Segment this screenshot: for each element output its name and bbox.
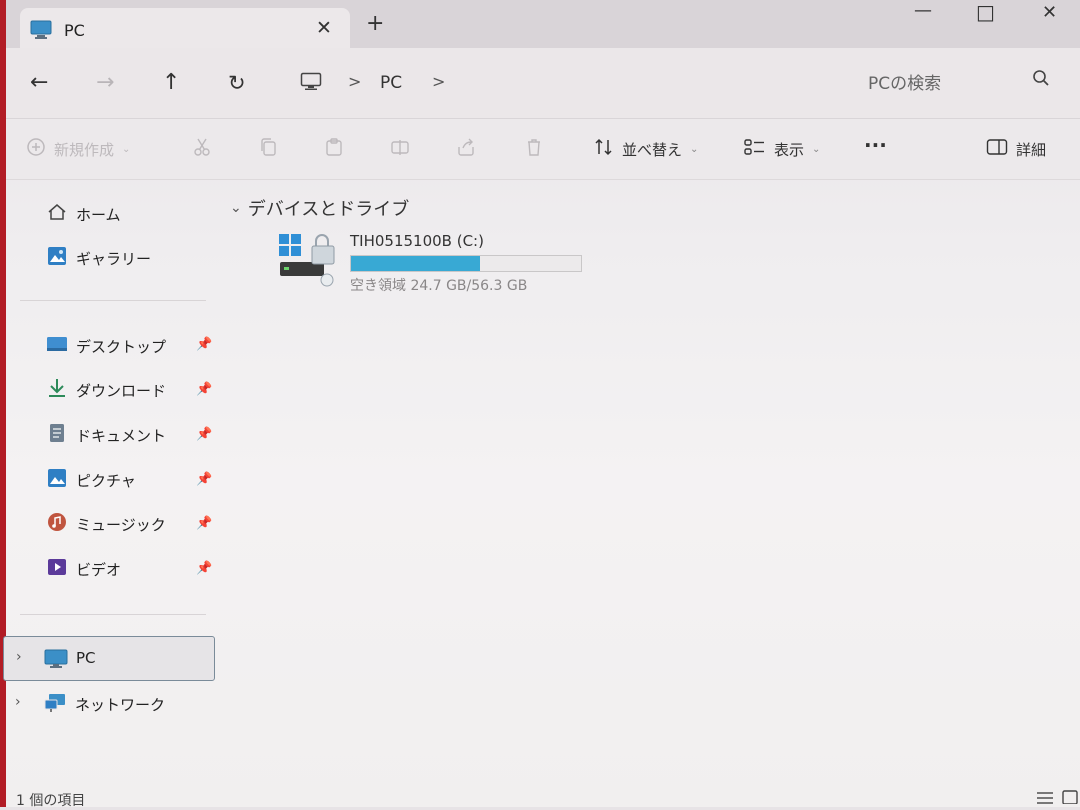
sidebar-item-label: ダウンロード [76, 381, 167, 400]
pin-icon: 📌 [196, 337, 213, 352]
desktop-icon [46, 334, 68, 358]
close-window-button[interactable]: ✕ [1042, 2, 1057, 32]
sidebar-item-label: ドキュメント [76, 426, 167, 445]
details-button[interactable]: 詳細 [986, 137, 1046, 161]
sidebar-item-desktop[interactable]: デスクトップ [46, 331, 166, 361]
command-bar: 新規作成 ⌄ 並べ替え ⌄ 表示 ⌄ ··· 詳細 [6, 118, 1080, 180]
refresh-button[interactable]: ↻ [228, 72, 246, 94]
view-label: 表示 [774, 140, 805, 159]
video-icon [46, 556, 68, 582]
storage-bar-fill [351, 256, 480, 271]
storage-bar [350, 255, 582, 272]
plus-circle-icon [26, 137, 46, 161]
chevron-down-icon: ⌄ [230, 200, 242, 216]
chevron-down-icon: ⌄ [690, 143, 699, 155]
gallery-icon [46, 245, 68, 271]
title-bar: PC ✕ + — □ ✕ [6, 0, 1080, 48]
details-pane-icon [986, 137, 1008, 161]
share-icon[interactable] [456, 137, 476, 157]
breadcrumb-separator[interactable]: > [432, 72, 445, 91]
document-icon [46, 422, 68, 448]
search-icon [1032, 69, 1050, 91]
group-title: デバイスとドライブ [247, 199, 410, 220]
chevron-down-icon: ⌄ [122, 143, 131, 155]
sort-icon [594, 137, 614, 161]
sidebar-item-home[interactable]: ホーム [46, 199, 121, 229]
sidebar-item-label: ホーム [76, 205, 121, 224]
pin-icon: 📌 [196, 427, 213, 442]
sidebar-item-label: PC [76, 649, 96, 667]
chevron-down-icon: ⌄ [812, 143, 821, 155]
new-button[interactable]: 新規作成 ⌄ [26, 137, 130, 161]
download-icon [46, 377, 68, 403]
delete-icon[interactable] [524, 137, 544, 157]
tab-pc[interactable]: PC ✕ [20, 8, 350, 48]
pin-icon: 📌 [196, 561, 213, 576]
tiles-view-icon[interactable] [1062, 789, 1078, 808]
back-button[interactable]: ← [30, 72, 48, 94]
more-options-button[interactable]: ··· [864, 133, 887, 157]
new-tab-button[interactable]: + [366, 13, 384, 35]
sidebar-item-videos[interactable]: ビデオ [46, 554, 121, 584]
drive-icon [278, 232, 340, 292]
search-placeholder: PCの検索 [868, 74, 942, 94]
breadcrumb-separator: > [348, 72, 362, 91]
details-view-icon[interactable] [1036, 789, 1054, 808]
address-row: ← → ↑ ↻ > PC > PCの検索 [6, 48, 1080, 118]
drive-name: TIH0515100B (C:) [350, 232, 484, 250]
pin-icon: 📌 [196, 516, 213, 531]
chevron-right-icon[interactable]: › [16, 649, 22, 665]
rename-icon[interactable] [390, 137, 410, 157]
sidebar-item-label: ビデオ [76, 560, 122, 579]
monitor-icon [44, 648, 68, 674]
maximize-button[interactable]: □ [976, 0, 995, 30]
copy-icon[interactable] [258, 137, 278, 157]
sidebar-item-downloads[interactable]: ダウンロード [46, 375, 166, 405]
view-button[interactable]: 表示 ⌄ [744, 137, 820, 161]
new-label: 新規作成 [54, 140, 115, 159]
close-tab-icon[interactable]: ✕ [316, 17, 332, 39]
cut-icon[interactable] [192, 137, 212, 157]
drive-c[interactable]: TIH0515100B (C:) 空き領域 24.7 GB/56.3 GB [278, 230, 598, 296]
monitor-icon [30, 20, 52, 44]
network-icon [43, 692, 67, 718]
sort-button[interactable]: 並べ替え ⌄ [594, 137, 698, 161]
sidebar-item-network[interactable]: › ネットワーク [3, 688, 213, 720]
sidebar-item-pictures[interactable]: ピクチャ [46, 465, 136, 495]
sidebar-item-documents[interactable]: ドキュメント [46, 420, 166, 450]
sidebar-item-music[interactable]: ミュージック [46, 509, 166, 539]
sidebar-item-label: ピクチャ [76, 471, 136, 490]
sidebar-item-label: ネットワーク [75, 696, 166, 714]
status-item-count: 1 個の項目 [16, 793, 86, 809]
pin-icon: 📌 [196, 382, 213, 397]
sidebar-item-label: ギャラリー [76, 249, 152, 268]
search-input[interactable]: PCの検索 [858, 60, 1068, 100]
pictures-icon [46, 467, 68, 493]
address-bar[interactable]: > PC > [292, 60, 792, 106]
details-label: 詳細 [1016, 140, 1047, 159]
minimize-button[interactable]: — [914, 0, 932, 30]
divider [20, 300, 206, 301]
chevron-right-icon[interactable]: › [15, 694, 21, 710]
sidebar-item-gallery[interactable]: ギャラリー [46, 243, 151, 273]
sidebar-item-pc[interactable]: › PC [3, 636, 215, 681]
tab-title: PC [64, 21, 85, 40]
up-button[interactable]: ↑ [162, 72, 180, 94]
view-list-icon [744, 137, 766, 161]
group-header[interactable]: ⌄ デバイスとドライブ [230, 195, 409, 221]
sort-label: 並べ替え [622, 140, 683, 159]
forward-button[interactable]: → [96, 72, 114, 94]
music-icon [46, 511, 68, 537]
sidebar-item-label: デスクトップ [76, 337, 167, 356]
drive-free-space: 空き領域 24.7 GB/56.3 GB [350, 278, 528, 294]
monitor-icon [300, 72, 322, 96]
sidebar-item-label: ミュージック [76, 515, 166, 534]
breadcrumb-pc[interactable]: PC [380, 73, 402, 93]
paste-icon[interactable] [324, 137, 344, 157]
pin-icon: 📌 [196, 472, 213, 487]
divider [20, 614, 206, 615]
home-icon [46, 202, 68, 226]
